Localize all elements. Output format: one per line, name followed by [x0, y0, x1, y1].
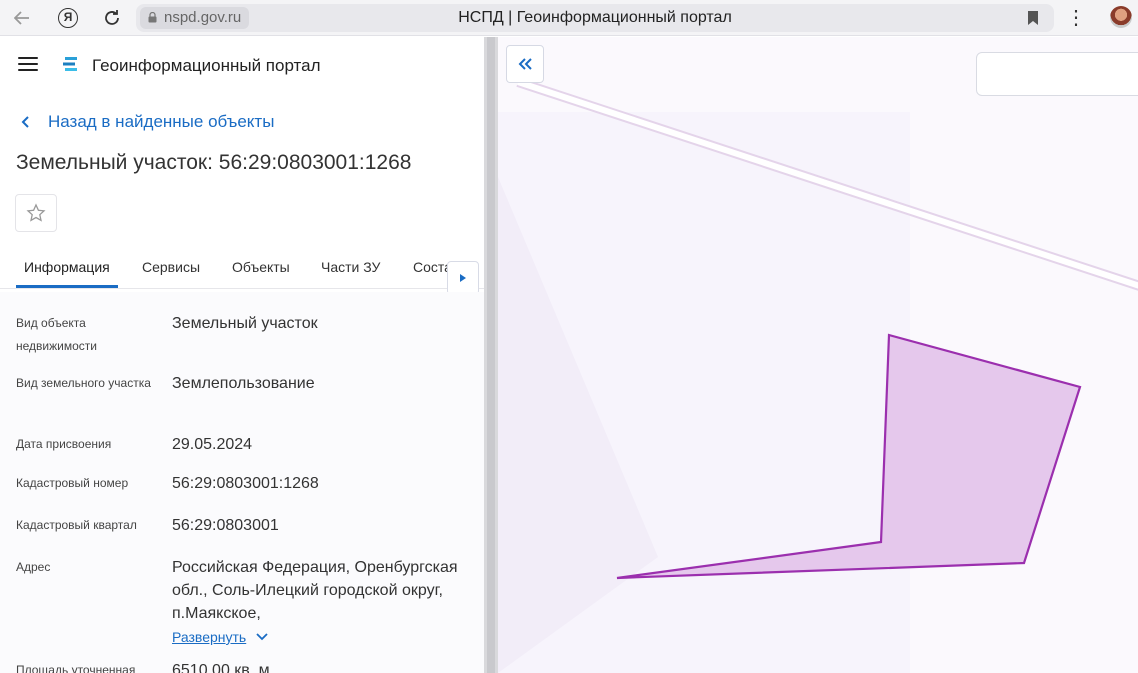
map-search-box[interactable] — [976, 52, 1138, 96]
browser-toolbar: Я НСПД | Геоинформационный портал nspd.g… — [0, 0, 1138, 36]
info-value: 29.05.2024 — [172, 436, 253, 453]
info-label: Дата присвоения — [16, 437, 112, 451]
menu-icon[interactable] — [18, 57, 38, 71]
star-icon — [26, 203, 46, 222]
info-section: Вид объекта недвижимости Земельный участ… — [0, 292, 484, 673]
info-value: Землепользование — [172, 375, 315, 392]
reload-icon[interactable] — [100, 6, 124, 30]
map-view[interactable] — [498, 37, 1138, 673]
info-label: Вид земельного участка — [16, 376, 151, 390]
panel-splitter[interactable] — [484, 37, 498, 673]
chevron-left-icon — [21, 116, 29, 128]
bookmark-icon[interactable] — [1028, 11, 1038, 25]
tabs-scroll-right-button[interactable] — [447, 261, 479, 295]
tab-services[interactable]: Сервисы — [142, 259, 200, 275]
tab-composite[interactable]: Составные — [413, 259, 448, 275]
url-chip[interactable]: nspd.gov.ru — [140, 7, 250, 29]
favorite-button[interactable] — [15, 194, 57, 232]
address-bar[interactable]: НСПД | Геоинформационный портал nspd.gov… — [136, 4, 1054, 32]
tab-parts[interactable]: Части ЗУ — [321, 259, 380, 275]
portal-name: Геоинформационный портал — [92, 56, 321, 75]
expand-label: Развернуть — [172, 629, 247, 645]
yandex-icon[interactable]: Я — [56, 6, 80, 30]
info-value: Земельный участок — [172, 315, 318, 332]
portal-logo-icon — [63, 57, 77, 71]
object-title: Земельный участок: 56:29:0803001:1268 — [16, 151, 412, 174]
back-link-label: Назад в найденные объекты — [48, 112, 275, 131]
page-title: НСПД | Геоинформационный портал — [458, 9, 732, 26]
expand-address-link[interactable]: Развернуть — [172, 629, 268, 645]
info-value: 56:29:0803001:1268 — [172, 475, 319, 492]
tab-info[interactable]: Информация — [24, 259, 110, 275]
info-label: Кадастровый номер — [16, 476, 129, 490]
info-value: 56:29:0803001 — [172, 517, 279, 534]
url-text: nspd.gov.ru — [164, 9, 242, 26]
more-menu-icon[interactable]: ⋮ — [1064, 6, 1088, 30]
object-panel: Геоинформационный портал Назад в найденн… — [0, 37, 484, 673]
tab-objects[interactable]: Объекты — [232, 259, 290, 275]
tab-bar: Информация Сервисы Объекты Части ЗУ Сост… — [0, 247, 484, 295]
collapse-panel-button[interactable] — [506, 45, 544, 83]
address-value: Российская Федерация, Оренбургская обл.,… — [172, 559, 458, 622]
info-label: Адрес — [16, 560, 51, 574]
info-label: Площадь уточненная — [16, 663, 136, 673]
map-canvas[interactable] — [498, 37, 1138, 673]
back-arrow-icon[interactable] — [10, 6, 34, 30]
back-to-results-link[interactable]: Назад в найденные объекты — [20, 112, 274, 132]
chevron-down-icon — [256, 633, 268, 641]
yandex-letter: Я — [58, 8, 78, 28]
info-value: 6510.00 кв. м — [172, 662, 270, 673]
info-label: Вид объекта недвижимости — [16, 316, 97, 353]
avatar[interactable] — [1110, 6, 1132, 28]
lock-icon — [148, 12, 157, 23]
triangle-right-icon — [460, 274, 466, 282]
info-label: Кадастровый квартал — [16, 518, 137, 532]
double-chevron-left-icon — [518, 58, 532, 70]
active-tab-indicator — [16, 285, 118, 288]
